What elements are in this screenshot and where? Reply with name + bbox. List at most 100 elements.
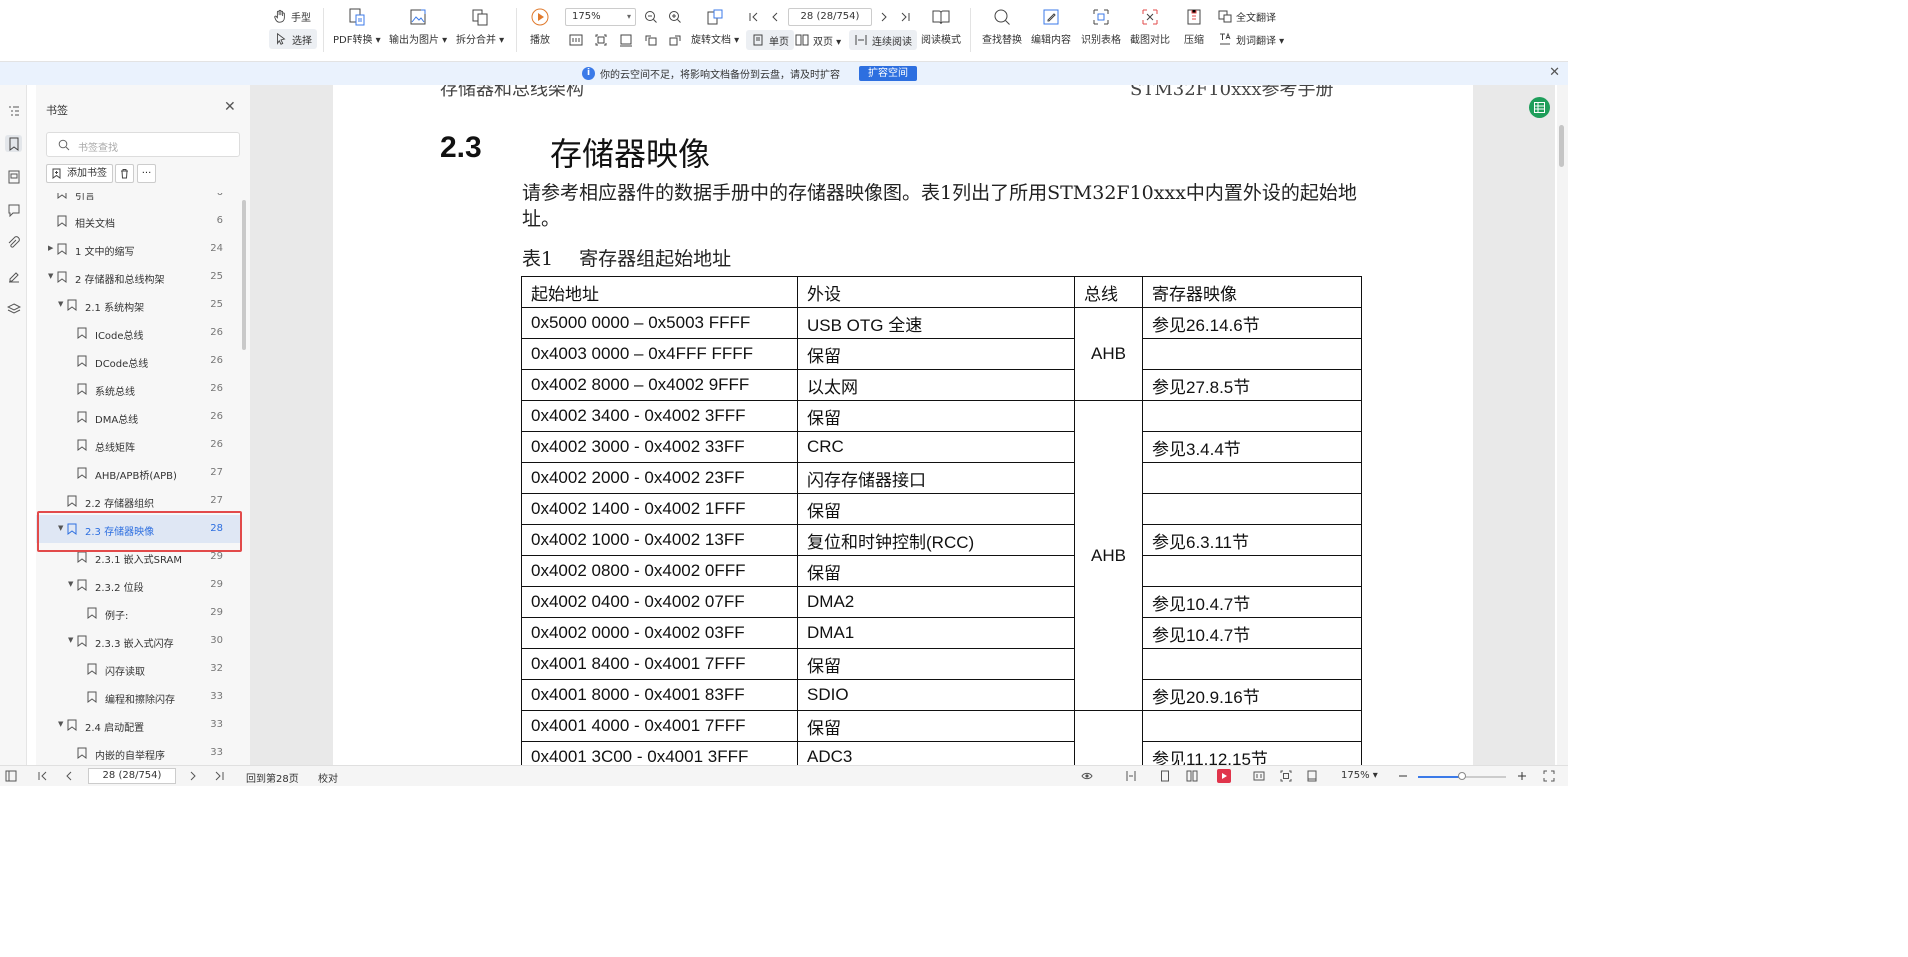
last-page-button[interactable] (897, 9, 913, 25)
document-scrollbar[interactable] (1557, 85, 1568, 765)
bookmark-item[interactable]: 编程和擦除闪存 33 (36, 683, 240, 711)
zoom-in-icon[interactable] (1515, 769, 1529, 783)
expand-down-icon[interactable]: ▼ (58, 300, 63, 308)
bookmark-item[interactable]: ▼ 2.4 启动配置 33 (36, 711, 240, 739)
bookmark-item[interactable]: 例子: 29 (36, 599, 240, 627)
sidebar-toggle-icon[interactable] (4, 769, 18, 783)
screenshot-compare-button[interactable]: 截图对比 (1130, 6, 1170, 46)
fit-page-button[interactable] (593, 32, 609, 48)
bookmark-item[interactable]: ▼ 2.1 系统构架 25 (36, 291, 240, 319)
back-to-page-link[interactable]: 回到第28页 (246, 770, 299, 785)
recognize-table-label: 识别表格 (1081, 35, 1121, 46)
bookmark-item[interactable]: AHB/APB桥(APB) 27 (36, 459, 240, 487)
rotate-left-button[interactable] (643, 32, 659, 48)
bookmark-item[interactable]: 引言 6 (36, 193, 240, 207)
register-map-cell (1142, 710, 1362, 742)
bookmark-item[interactable]: ▶ 1 文中的缩写 24 (36, 235, 240, 263)
bookmark-item[interactable]: 总线矩阵 26 (36, 431, 240, 459)
attachment-icon[interactable] (5, 234, 22, 251)
hand-tool-button[interactable]: 手型 (273, 6, 311, 26)
bookmark-item[interactable]: ▼ 2.3.3 嵌入式闪存 30 (36, 627, 240, 655)
split-merge-button[interactable]: 拆分合并 ▾ (456, 6, 504, 46)
zoom-in-button[interactable] (667, 9, 683, 25)
scrollbar-thumb[interactable] (1559, 125, 1564, 167)
fit-page-icon[interactable] (1279, 769, 1293, 783)
first-page-icon[interactable] (36, 769, 50, 783)
thumbnail-icon[interactable] (5, 168, 22, 185)
zoom-level[interactable]: 175% ▾ (1341, 770, 1378, 781)
signature-icon[interactable] (5, 267, 22, 284)
spreadsheet-icon[interactable] (1529, 97, 1550, 118)
expand-down-icon[interactable]: ▼ (68, 636, 73, 644)
fit-width-button[interactable] (618, 32, 634, 48)
single-page-button[interactable]: 单页 (746, 30, 794, 50)
table-row: 0x4003 0000 – 0x4FFF FFFF 保留 (521, 338, 1362, 370)
full-translate-button[interactable]: 全文翻译 (1218, 6, 1276, 26)
last-page-icon[interactable] (212, 769, 226, 783)
continuous-view-icon[interactable] (1124, 769, 1138, 783)
bookmark-icon[interactable] (5, 135, 22, 152)
play-button[interactable]: 播放 (529, 6, 551, 46)
export-image-button[interactable]: 输出为图片 ▾ (389, 6, 447, 46)
next-page-button[interactable] (876, 9, 892, 25)
chevron-right-icon[interactable] (186, 769, 200, 783)
recognize-table-button[interactable]: 识别表格 (1081, 6, 1121, 46)
expand-down-icon[interactable]: ▼ (58, 720, 63, 728)
first-page-button[interactable] (746, 9, 762, 25)
zoom-out-icon[interactable] (1396, 769, 1410, 783)
compress-button[interactable]: 压缩 (1183, 6, 1205, 46)
find-replace-button[interactable]: 查找替换 (982, 6, 1022, 46)
play-icon[interactable] (1217, 769, 1231, 783)
status-page-input[interactable]: 28 (28/754) (88, 768, 176, 784)
fullscreen-icon[interactable] (1542, 769, 1556, 783)
double-page-icon[interactable] (1185, 769, 1199, 783)
edit-content-button[interactable]: 编辑内容 (1031, 6, 1071, 46)
bookmark-search-input[interactable]: 书签查找 (46, 132, 240, 157)
bookmark-item[interactable]: 闪存读取 32 (36, 655, 240, 683)
proofread-button[interactable]: 校对 (318, 770, 338, 785)
read-mode-button[interactable]: 阅读模式 (921, 6, 961, 46)
bookmark-item[interactable]: 系统总线 26 (36, 375, 240, 403)
bookmark-item[interactable]: ▼ 2.3.2 位段 29 (36, 571, 240, 599)
expand-space-button[interactable]: 扩容空间 (859, 66, 917, 81)
translate-icon (1218, 10, 1232, 23)
eye-icon[interactable] (1080, 769, 1094, 783)
zoom-out-button[interactable] (643, 9, 659, 25)
expand-down-icon[interactable]: ▼ (48, 272, 53, 280)
outline-icon[interactable] (5, 102, 22, 119)
panel-scrollbar[interactable] (242, 200, 246, 350)
bookmark-item[interactable]: 内嵌的自举程序 33 (36, 739, 240, 765)
bookmark-item[interactable]: DMA总线 26 (36, 403, 240, 431)
page-number-input[interactable]: 28 (28/754) (788, 8, 872, 26)
select-tool-button[interactable]: 选择 (269, 29, 317, 49)
status-bar: 28 (28/754) 回到第28页 校对 175% ▾ (0, 765, 1568, 786)
expand-down-icon[interactable]: ▼ (68, 580, 73, 588)
delete-bookmark-button[interactable] (115, 164, 134, 183)
layers-icon[interactable] (5, 300, 22, 317)
rotate-right-button[interactable] (667, 32, 683, 48)
pdf-convert-button[interactable]: PDF转换 ▾ (333, 6, 381, 46)
zoom-slider-knob[interactable] (1458, 772, 1466, 780)
zoom-select[interactable]: 175% ▾ (565, 8, 636, 26)
bookmark-item[interactable]: ICode总线 26 (36, 319, 240, 347)
rotate-document-button[interactable]: 旋转文档 ▾ (691, 6, 739, 46)
close-icon[interactable]: ✕ (1549, 65, 1560, 80)
double-page-button[interactable]: 双页 ▾ (795, 30, 841, 50)
bookmark-item[interactable]: DCode总线 26 (36, 347, 240, 375)
fit-width-icon[interactable] (1252, 769, 1266, 783)
bookmark-view-icon[interactable] (1305, 769, 1319, 783)
prev-page-button[interactable] (767, 9, 783, 25)
actual-size-button[interactable] (568, 32, 584, 48)
zoom-slider[interactable] (1418, 772, 1506, 780)
comment-icon[interactable] (5, 201, 22, 218)
add-bookmark-button[interactable]: 添加书签 (46, 164, 113, 183)
bookmark-item[interactable]: 相关文档 6 (36, 207, 240, 235)
more-options-button[interactable]: ··· (137, 164, 156, 183)
chevron-left-icon[interactable] (62, 769, 76, 783)
close-icon[interactable]: ✕ (224, 99, 236, 115)
bookmark-item[interactable]: ▼ 2 存储器和总线构架 25 (36, 263, 240, 291)
word-translate-button[interactable]: 划词翻译 ▾ (1218, 29, 1284, 49)
single-page-icon[interactable] (1158, 769, 1172, 783)
expand-right-icon[interactable]: ▶ (48, 244, 53, 252)
continuous-read-button[interactable]: 连续阅读 (849, 30, 917, 50)
